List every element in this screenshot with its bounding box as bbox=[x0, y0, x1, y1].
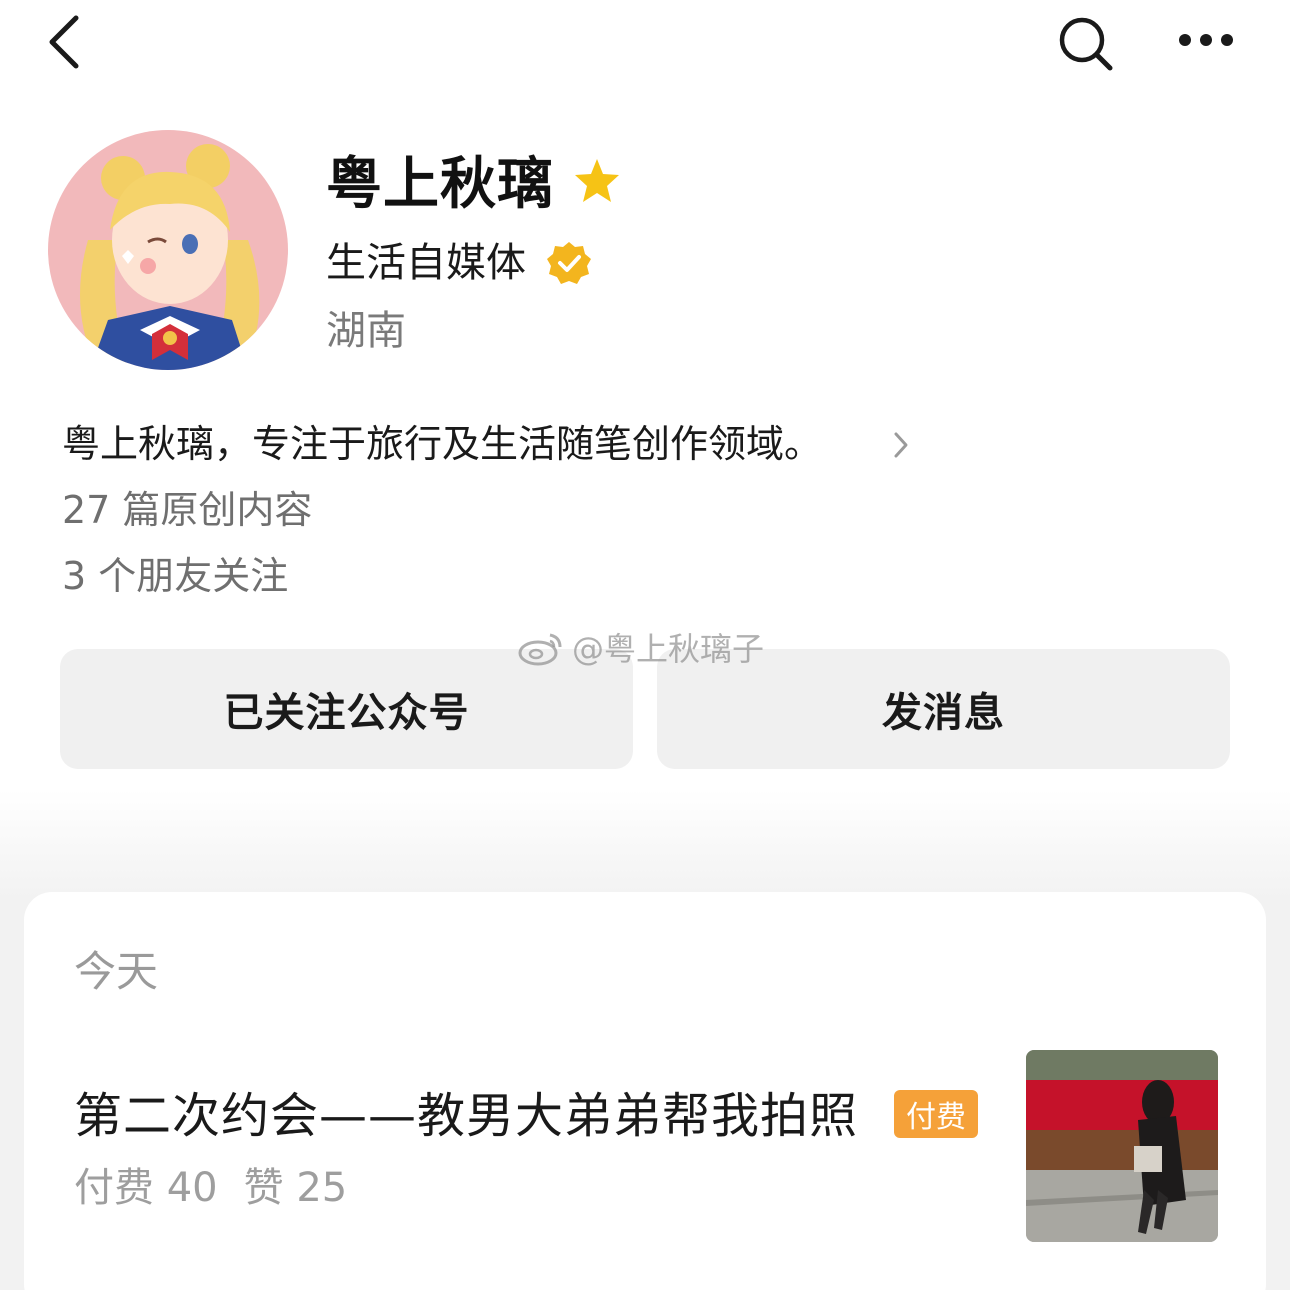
verified-badge-icon bbox=[547, 242, 591, 284]
original-content-count[interactable]: 27 篇原创内容 bbox=[62, 484, 312, 536]
feed-date-header: 今天 bbox=[74, 947, 159, 996]
like-count: 赞 25 bbox=[243, 1165, 348, 1211]
paid-count: 付费 40 bbox=[74, 1165, 218, 1211]
watermark-text: @粤上秋璃子 bbox=[572, 630, 765, 668]
search-icon[interactable] bbox=[1052, 12, 1118, 74]
thumbnail-photo bbox=[1026, 1050, 1218, 1242]
account-category: 生活自媒体 bbox=[326, 240, 526, 286]
more-dots-icon[interactable] bbox=[1170, 20, 1240, 60]
article-title[interactable]: 第二次约会——教男大弟弟帮我拍照 bbox=[74, 1084, 858, 1148]
friends-following-count[interactable]: 3 个朋友关注 bbox=[62, 550, 288, 602]
profile-name: 粤上秋璃 bbox=[326, 152, 554, 217]
article-thumbnail[interactable] bbox=[1026, 1050, 1218, 1242]
article-meta: 付费 40 赞 25 bbox=[74, 1160, 347, 1216]
chevron-left-icon[interactable] bbox=[38, 10, 98, 74]
paid-badge: 付费 bbox=[894, 1090, 978, 1138]
top-navigation-bar bbox=[0, 0, 1290, 90]
weibo-logo-icon bbox=[518, 633, 562, 666]
avatar-illustration bbox=[48, 130, 288, 370]
profile-location: 湖南 bbox=[326, 308, 406, 354]
watermark: @粤上秋璃子 bbox=[516, 622, 764, 672]
profile-bio[interactable]: 粤上秋璃，专注于旅行及生活随笔创作领域。 bbox=[62, 418, 822, 470]
chevron-right-icon[interactable] bbox=[888, 428, 914, 462]
avatar[interactable] bbox=[48, 130, 288, 370]
star-icon bbox=[575, 159, 619, 202]
article-feed-card: 今天 第二次约会——教男大弟弟帮我拍照 付费 付费 40 赞 25 bbox=[24, 892, 1266, 1312]
